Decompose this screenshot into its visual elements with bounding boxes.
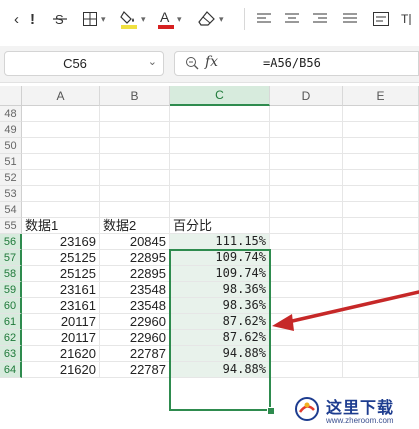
site-logo-icon [295,397,319,421]
annotation-arrow [272,290,419,331]
watermark-title: 这里下载 [326,398,395,417]
watermark: 这里下载 www.zheroom.com [290,390,419,429]
watermark-url: www.zheroom.com [326,416,394,425]
